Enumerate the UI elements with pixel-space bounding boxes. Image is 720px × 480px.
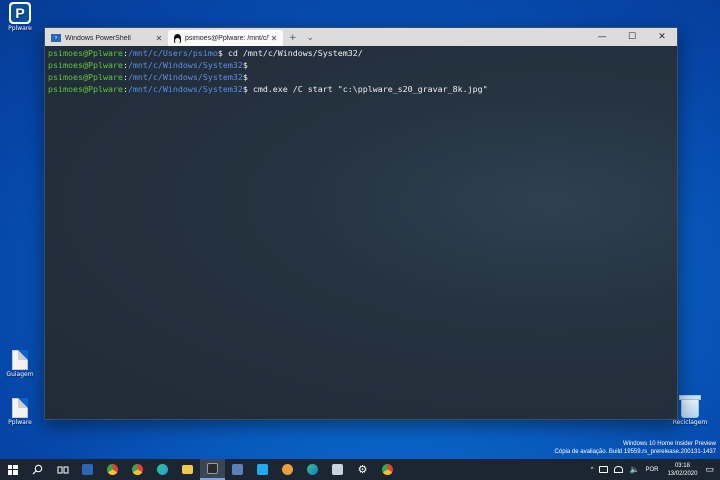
tab-dropdown-button[interactable]: ⌄ <box>307 33 315 43</box>
close-button[interactable]: ✕ <box>647 28 677 46</box>
prompt-path: /mnt/c/Windows/System32 <box>127 72 243 82</box>
vscode-button[interactable] <box>250 459 275 480</box>
tray-chevron-icon[interactable]: ^ <box>591 467 594 473</box>
new-tab-button[interactable]: + <box>289 33 297 43</box>
prompt-user: psimoes@Pplware <box>48 72 123 82</box>
desktop-icon-guiagem[interactable]: Guiagem <box>0 350 40 379</box>
desktop-icon-label: Pplware <box>8 419 32 426</box>
prompt-path: /mnt/c/Windows/System32 <box>127 60 243 70</box>
tab-label: Windows PowerShell <box>65 34 131 42</box>
prompt-path: /mnt/c/Windows/System32 <box>127 84 243 94</box>
linux-icon <box>174 33 181 43</box>
terminal-output[interactable]: psimoes@Pplware:/mnt/c/Users/psimo$ cd /… <box>45 46 677 419</box>
clock-date: 13/02/2020 <box>667 470 698 477</box>
watermark-line: Cópia de avaliação. Build 19559.rs_prere… <box>554 449 716 455</box>
device-button[interactable] <box>325 459 350 480</box>
edge-button[interactable] <box>150 459 175 480</box>
file-icon <box>12 398 28 418</box>
notifications-icon[interactable]: ▭ <box>705 464 714 475</box>
prompt-user: psimoes@Pplware <box>48 60 123 70</box>
language-indicator[interactable]: POR <box>645 467 658 473</box>
tab-label: psimoes@Pplware: /mnt/c/Wi <box>185 34 269 42</box>
edge-icon <box>157 464 168 475</box>
task-view-button[interactable] <box>50 459 75 480</box>
terminal-line: psimoes@Pplware:/mnt/c/Windows/System32$… <box>48 83 674 95</box>
pplware-logo-icon: P <box>9 2 31 24</box>
search-button[interactable] <box>25 459 50 480</box>
desktop-icon-pplware-file[interactable]: Pplware <box>0 398 40 427</box>
edge-beta-button[interactable] <box>300 459 325 480</box>
terminal-line: psimoes@Pplware:/mnt/c/Windows/System32$ <box>48 71 674 83</box>
desktop-icon-label: Guiagem <box>6 371 34 378</box>
title-bar: › Windows PowerShell ✕ psimoes@Pplware: … <box>45 28 677 46</box>
taskbar: ⚙ ^ 🔈 POR 03:18 13/02/2020 ▭ <box>0 459 720 480</box>
battery-icon[interactable] <box>599 466 609 473</box>
terminal-window: › Windows PowerShell ✕ psimoes@Pplware: … <box>44 27 678 420</box>
calculator-button[interactable] <box>225 459 250 480</box>
clock-time: 03:18 <box>674 462 690 469</box>
chrome-alt-button[interactable] <box>125 459 150 480</box>
build-watermark: Windows 10 Home Insider Preview Cópia de… <box>555 440 716 456</box>
calculator-icon <box>232 464 243 475</box>
prompt-user: psimoes@Pplware <box>48 48 123 58</box>
terminal-line: psimoes@Pplware:/mnt/c/Users/psimo$ cd /… <box>48 47 674 59</box>
network-icon[interactable] <box>614 466 624 473</box>
task-view-icon <box>57 466 68 473</box>
start-button[interactable] <box>0 459 25 480</box>
terminal-line: psimoes@Pplware:/mnt/c/Windows/System32$ <box>48 59 674 71</box>
app-icon <box>82 464 93 475</box>
windows-logo-icon <box>7 464 18 475</box>
desktop-icon-label: Pplware <box>8 25 32 32</box>
paint-button[interactable] <box>275 459 300 480</box>
prompt-symbol: $ <box>242 72 248 82</box>
prompt-path: /mnt/c/Users/psimo <box>127 48 218 58</box>
gear-icon: ⚙ <box>357 463 368 476</box>
tab-powershell[interactable]: › Windows PowerShell ✕ <box>45 30 168 46</box>
chrome-canary-button[interactable] <box>375 459 400 480</box>
prompt-symbol: $ <box>242 60 248 70</box>
tab-wsl[interactable]: psimoes@Pplware: /mnt/c/Wi ✕ <box>168 30 283 46</box>
vscode-icon <box>257 464 268 475</box>
command-text: cd /mnt/c/Windows/System32/ <box>222 48 363 58</box>
app-blue-button[interactable] <box>75 459 100 480</box>
chrome-button[interactable] <box>100 459 125 480</box>
maximize-button[interactable]: ☐ <box>617 28 647 46</box>
watermark-line: Windows 10 Home Insider Preview <box>622 441 716 447</box>
explorer-button[interactable] <box>175 459 200 480</box>
terminal-button[interactable] <box>200 459 225 480</box>
prompt-user: psimoes@Pplware <box>48 84 123 94</box>
chrome-icon <box>132 464 143 475</box>
tab-close-icon[interactable]: ✕ <box>269 34 279 43</box>
desktop-icon-label: Reciclagem <box>672 419 708 426</box>
clock[interactable]: 03:18 13/02/2020 <box>667 462 697 478</box>
chrome-icon <box>382 464 393 475</box>
volume-icon[interactable]: 🔈 <box>629 465 639 474</box>
search-icon <box>32 464 43 475</box>
folder-icon <box>182 465 193 474</box>
edge-beta-icon <box>307 464 318 475</box>
chrome-icon <box>107 464 118 475</box>
command-text: cmd.exe /C start "c:\pplware_s20_gravar_… <box>247 84 488 94</box>
desktop-icon-pplware[interactable]: P Pplware <box>0 2 40 33</box>
powershell-icon: › <box>51 34 61 42</box>
recycle-bin-icon <box>679 395 701 418</box>
device-icon <box>332 464 343 475</box>
minimize-button[interactable]: — <box>587 28 617 46</box>
system-tray: ^ 🔈 POR 03:18 13/02/2020 ▭ <box>588 459 720 480</box>
paint-icon <box>282 464 293 475</box>
file-icon <box>12 350 28 370</box>
terminal-icon <box>207 463 218 474</box>
settings-button[interactable]: ⚙ <box>350 459 375 480</box>
tab-close-icon[interactable]: ✕ <box>154 34 164 43</box>
